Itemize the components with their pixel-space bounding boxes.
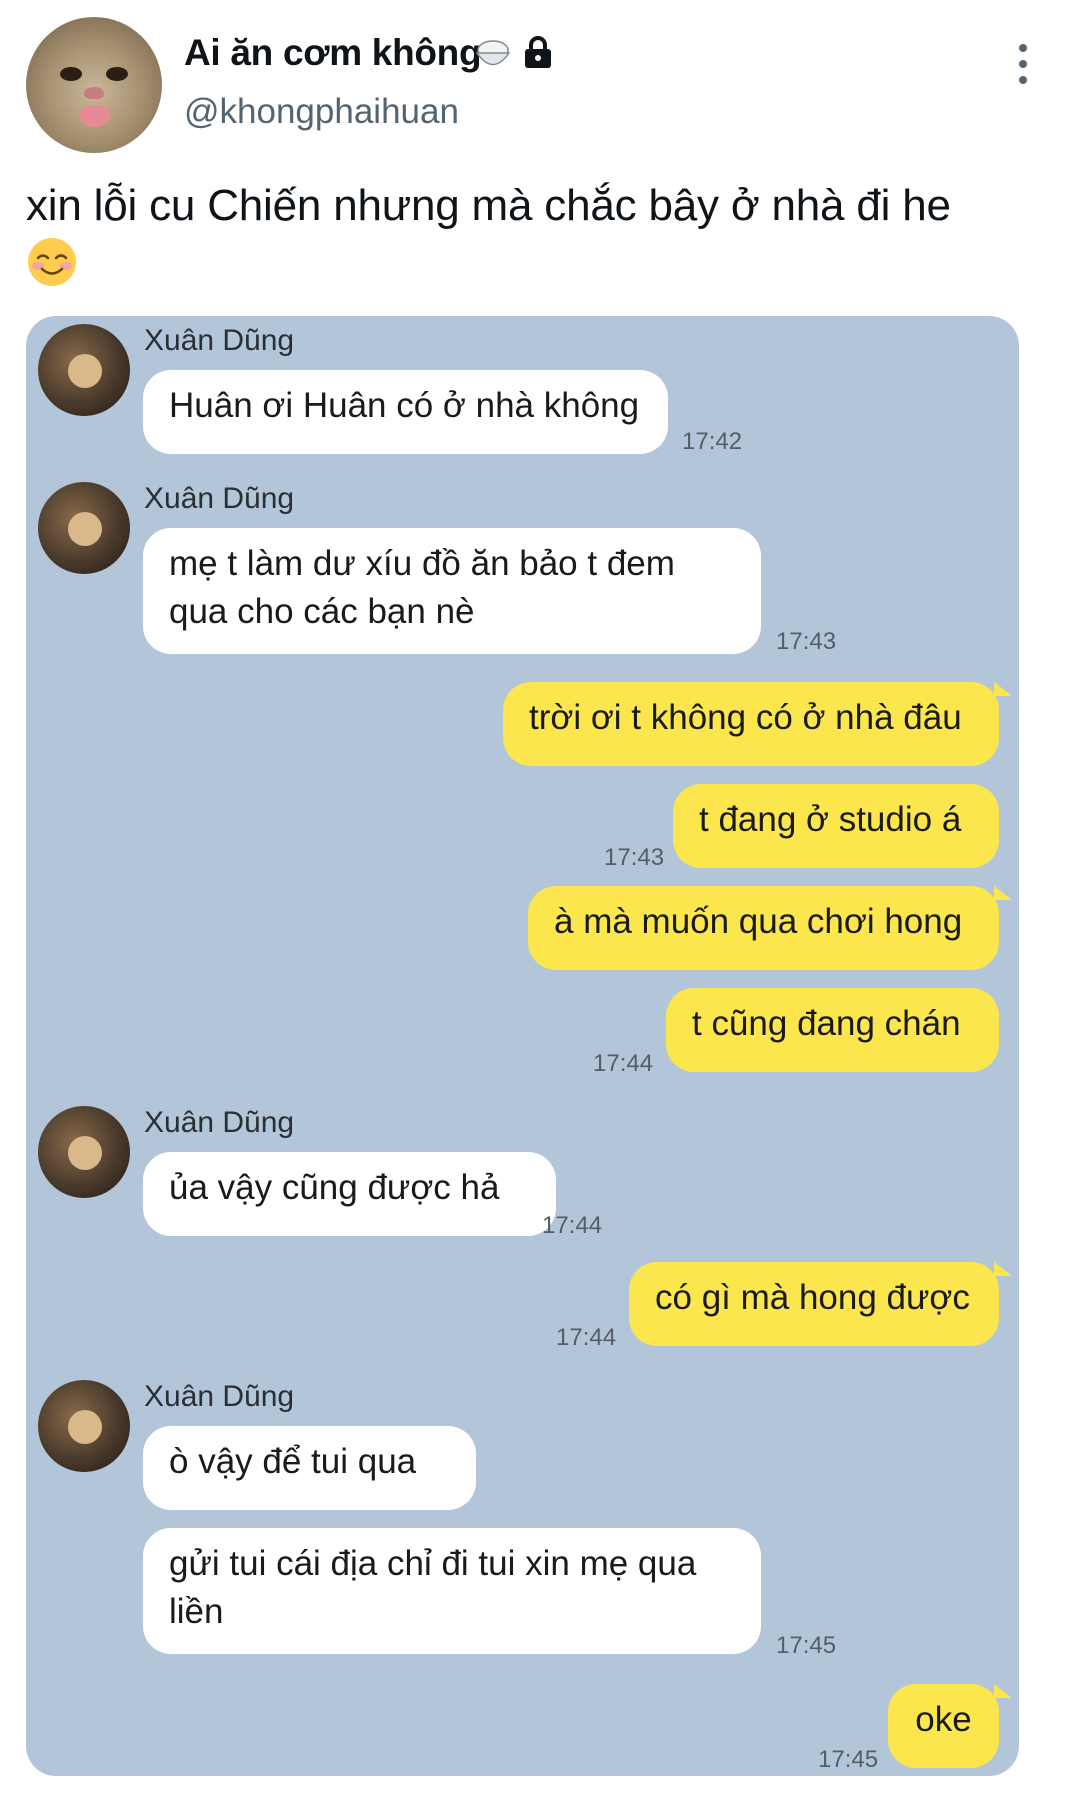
outgoing-message-bubble: oke (888, 1684, 999, 1768)
sender-avatar (38, 1106, 130, 1198)
more-vertical-icon (1019, 76, 1027, 84)
more-options-button[interactable] (1008, 44, 1038, 84)
outgoing-message-bubble: t cũng đang chán (666, 988, 999, 1072)
message-time: 17:44 (542, 1212, 603, 1239)
sender-name: Xuân Dũng (144, 1106, 295, 1139)
more-vertical-icon (1019, 44, 1027, 52)
sender-avatar (38, 324, 130, 416)
lock-icon (525, 36, 551, 68)
outgoing-message-bubble: t đang ở studio á (673, 784, 999, 868)
rice-bowl-icon (475, 40, 511, 66)
sender-name: Xuân Dũng (144, 1380, 295, 1413)
avatar-eye (60, 67, 82, 81)
chat-screenshot-image[interactable]: Xuân Dũng Huân ơi Huân có ở nhà không 17… (26, 316, 1019, 1776)
smiling-face-emoji-icon (28, 238, 76, 286)
more-vertical-icon (1019, 60, 1027, 68)
message-time: 17:44 (556, 1324, 617, 1351)
message-time: 17:42 (682, 428, 743, 455)
incoming-message-bubble: gửi tui cái địa chỉ đi tui xin mẹ qua li… (143, 1528, 761, 1654)
bubble-tail (994, 1262, 1012, 1276)
incoming-message-bubble: ò vậy để tui qua (143, 1426, 476, 1510)
message-time: 17:45 (776, 1632, 837, 1659)
avatar-nose (84, 87, 104, 99)
outgoing-message-bubble: à mà muốn qua chơi hong (528, 886, 999, 970)
tweet-text: xin lỗi cu Chiến nhưng mà chắc bây ở nhà… (26, 178, 1046, 288)
message-time: 17:43 (604, 844, 665, 871)
user-handle[interactable]: @khongphaihuan (184, 92, 459, 132)
outgoing-message-bubble: trời ơi t không có ở nhà đâu (503, 682, 999, 766)
sender-avatar (38, 482, 130, 574)
tweet-text-body: xin lỗi cu Chiến nhưng mà chắc bây ở nhà… (26, 181, 951, 230)
profile-avatar[interactable] (26, 17, 162, 153)
bubble-tail (994, 682, 1012, 696)
avatar-eye (106, 67, 128, 81)
incoming-message-bubble: Huân ơi Huân có ở nhà không (143, 370, 668, 454)
sender-avatar (38, 1380, 130, 1472)
incoming-message-bubble: mẹ t làm dư xíu đồ ăn bảo t đem qua cho … (143, 528, 761, 654)
bubble-tail (994, 886, 1012, 900)
sender-name: Xuân Dũng (144, 324, 295, 357)
incoming-message-bubble: ủa vậy cũng được hả (143, 1152, 556, 1236)
bubble-tail (994, 1684, 1012, 1698)
avatar-tongue (80, 105, 110, 127)
message-time: 17:44 (593, 1050, 654, 1077)
display-name[interactable]: Ai ăn cơm không (184, 32, 482, 74)
message-time: 17:43 (776, 628, 837, 655)
sender-name: Xuân Dũng (144, 482, 295, 515)
outgoing-message-bubble: có gì mà hong được (629, 1262, 999, 1346)
message-time: 17:45 (818, 1746, 879, 1773)
